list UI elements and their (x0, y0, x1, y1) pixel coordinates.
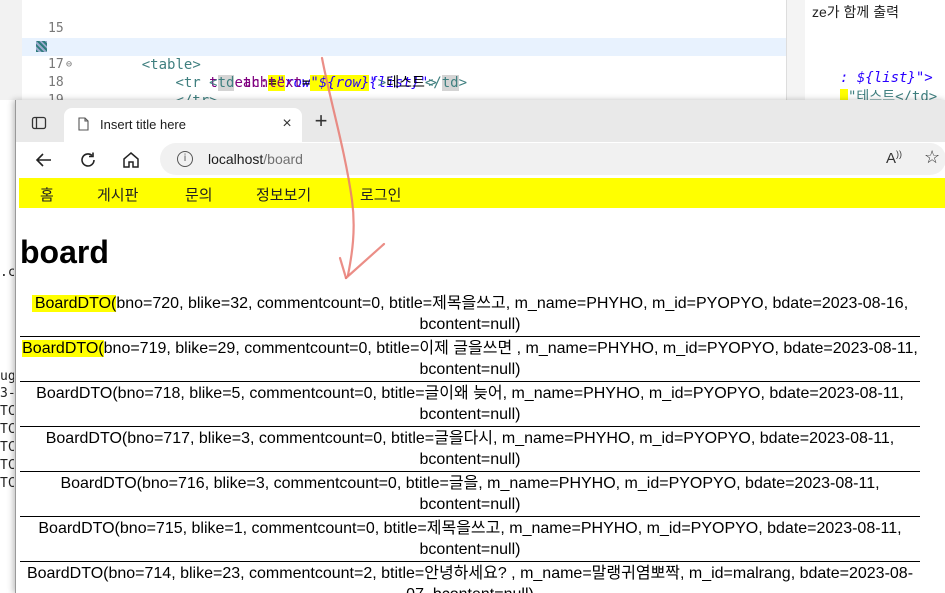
annotation-arrow (320, 56, 386, 280)
